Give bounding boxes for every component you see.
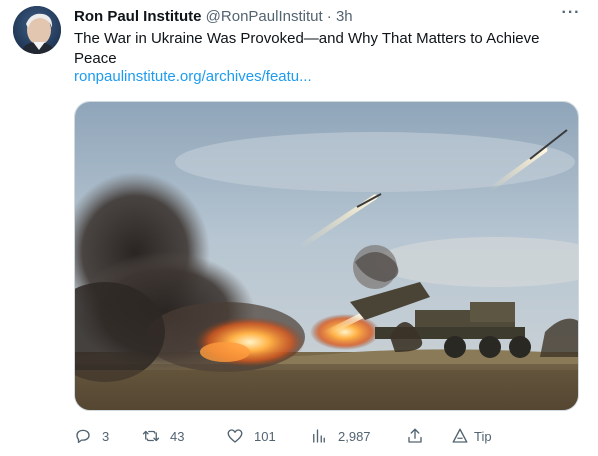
- tweet-text: The War in Ukraine Was Provoked—and Why …: [74, 30, 540, 67]
- tweet[interactable]: Ron Paul Institute @RonPaulInstitut · 3h…: [0, 0, 598, 456]
- heart-icon: [227, 429, 243, 443]
- tweet-actions: 3 43 101 2,987 Tip: [74, 424, 579, 448]
- tweet-header: Ron Paul Institute @RonPaulInstitut · 3h: [74, 7, 558, 27]
- article-link[interactable]: ronpaulinstitute.org/archives/featu...: [74, 67, 312, 87]
- tip-button[interactable]: Tip: [451, 424, 492, 448]
- share-button[interactable]: [406, 424, 424, 448]
- retweet-button[interactable]: 43: [142, 424, 184, 448]
- views-button[interactable]: 2,987: [310, 424, 371, 448]
- avatar-image: [13, 6, 61, 54]
- avatar[interactable]: [13, 6, 61, 54]
- views-icon: [313, 429, 325, 443]
- tip-icon: [452, 428, 468, 443]
- author-handle[interactable]: @RonPaulInstitut: [206, 8, 323, 25]
- rocket-launch-photo: [75, 102, 578, 410]
- views-count: 2,987: [338, 428, 371, 444]
- like-button[interactable]: 101: [226, 424, 276, 448]
- timestamp[interactable]: 3h: [336, 8, 353, 25]
- reply-count: 3: [102, 428, 110, 444]
- tweet-media[interactable]: [74, 101, 579, 411]
- separator-dot: ·: [326, 8, 332, 25]
- retweet-count: 43: [170, 428, 185, 444]
- reply-icon: [76, 429, 90, 444]
- like-count: 101: [254, 428, 276, 444]
- share-icon: [408, 428, 422, 443]
- more-options-button[interactable]: ···: [556, 4, 586, 26]
- author-name[interactable]: Ron Paul Institute: [74, 8, 202, 25]
- more-icon: ···: [561, 4, 581, 21]
- reply-button[interactable]: 3: [74, 424, 109, 448]
- retweet-icon: [142, 430, 160, 442]
- tip-label: Tip: [474, 428, 492, 444]
